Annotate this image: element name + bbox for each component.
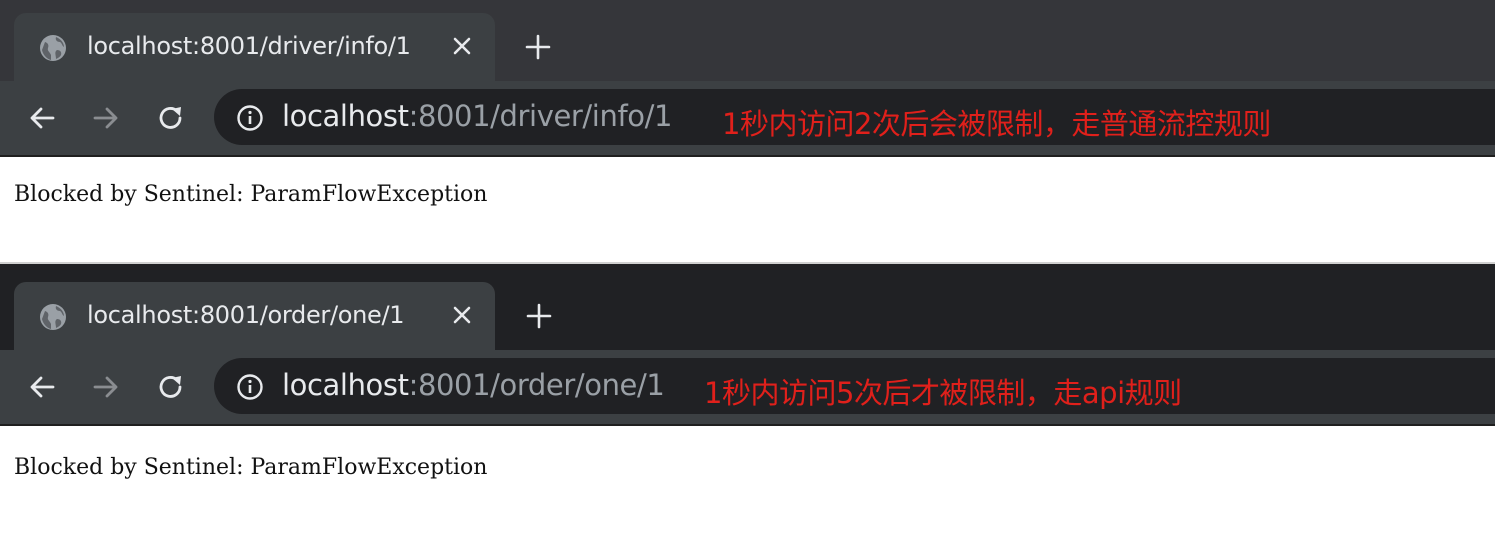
- url-host: localhost: [282, 99, 409, 133]
- globe-icon: [40, 35, 66, 61]
- address-bar[interactable]: localhost:8001/order/one/1 1秒内访问5次后才被限制，…: [214, 358, 1495, 414]
- tab-strip: localhost:8001/order/one/1: [0, 264, 1495, 350]
- globe-icon: [40, 304, 66, 330]
- reload-icon[interactable]: [155, 102, 187, 134]
- close-icon[interactable]: [450, 34, 474, 58]
- tab-active[interactable]: localhost:8001/driver/info/1: [14, 13, 495, 81]
- back-icon[interactable]: [26, 371, 58, 403]
- info-icon[interactable]: [236, 104, 264, 132]
- toolbar-divider: [0, 155, 1495, 157]
- address-bar[interactable]: localhost:8001/driver/info/1 1秒内访问2次后会被限…: [214, 89, 1495, 145]
- forward-icon[interactable]: [90, 102, 122, 134]
- tab-title: localhost:8001/driver/info/1: [87, 32, 411, 60]
- tab-active[interactable]: localhost:8001/order/one/1: [14, 282, 495, 350]
- toolbar: localhost:8001/order/one/1 1秒内访问5次后才被限制，…: [0, 350, 1495, 424]
- annotation-text: 1秒内访问2次后会被限制，走普通流控规则: [722, 107, 1271, 141]
- new-tab-icon[interactable]: [525, 302, 553, 330]
- url-text[interactable]: localhost:8001/order/one/1: [282, 368, 665, 402]
- new-tab-icon[interactable]: [524, 33, 552, 61]
- forward-icon[interactable]: [90, 371, 122, 403]
- browser-window-2: localhost:8001/order/one/1 localhost:800…: [0, 264, 1495, 535]
- tab-strip: localhost:8001/driver/info/1: [0, 0, 1495, 81]
- url-host: localhost: [282, 368, 409, 402]
- tab-title: localhost:8001/order/one/1: [87, 301, 405, 329]
- close-icon[interactable]: [450, 303, 474, 327]
- url-text[interactable]: localhost:8001/driver/info/1: [282, 99, 672, 133]
- reload-icon[interactable]: [155, 371, 187, 403]
- back-icon[interactable]: [26, 102, 58, 134]
- page-content-text: Blocked by Sentinel: ParamFlowException: [14, 182, 488, 207]
- info-icon[interactable]: [236, 373, 264, 401]
- browser-window-1: localhost:8001/driver/info/1 localhost:8…: [0, 0, 1495, 262]
- toolbar-divider: [0, 424, 1495, 426]
- page-content-text: Blocked by Sentinel: ParamFlowException: [14, 455, 488, 480]
- annotation-text: 1秒内访问5次后才被限制，走api规则: [704, 376, 1182, 410]
- url-path: :8001/driver/info/1: [408, 99, 673, 133]
- url-path: :8001/order/one/1: [408, 368, 665, 402]
- toolbar: localhost:8001/driver/info/1 1秒内访问2次后会被限…: [0, 81, 1495, 155]
